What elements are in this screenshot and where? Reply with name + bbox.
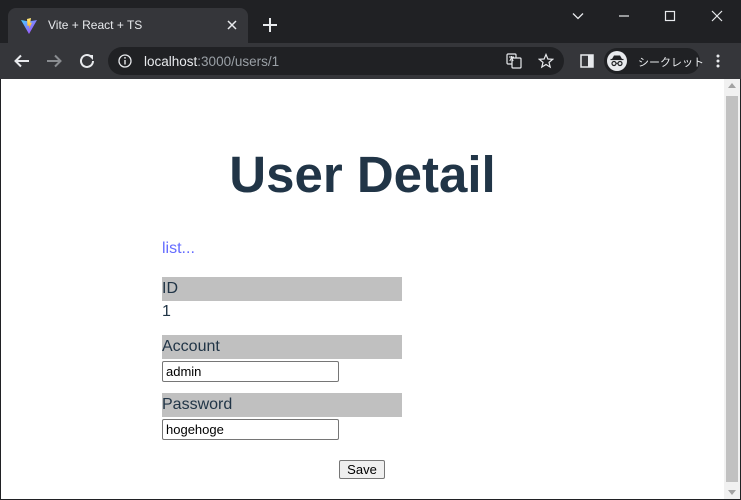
id-value: 1	[162, 303, 171, 320]
close-icon[interactable]	[224, 17, 240, 33]
scroll-up-arrow-icon[interactable]	[728, 83, 736, 88]
back-button[interactable]	[12, 51, 32, 71]
browser-toolbar: localhost:3000/users/1 シークレット	[0, 43, 741, 79]
window-frame-left	[0, 79, 1, 500]
maximize-icon	[664, 10, 676, 22]
arrow-left-icon	[14, 54, 29, 68]
tab-search-button[interactable]	[555, 0, 601, 32]
star-icon[interactable]	[538, 53, 554, 69]
id-label: ID	[162, 277, 402, 301]
reload-button[interactable]	[77, 51, 97, 71]
tab-strip: Vite + React + TS	[0, 0, 741, 43]
page-title: User Detail	[229, 146, 496, 203]
side-panel-button[interactable]	[577, 51, 597, 71]
url-host: localhost	[144, 54, 198, 69]
list-link[interactable]: list...	[162, 240, 195, 258]
arrow-right-icon	[47, 54, 62, 68]
forward-button[interactable]	[44, 51, 64, 71]
url-path: :3000/users/1	[197, 54, 280, 69]
tab-title: Vite + React + TS	[48, 18, 143, 32]
translate-icon[interactable]	[506, 53, 522, 69]
menu-button[interactable]	[708, 51, 728, 71]
password-label: Password	[162, 393, 402, 417]
incognito-icon	[607, 51, 627, 71]
chevron-down-icon	[572, 13, 584, 20]
save-button[interactable]: Save	[339, 460, 385, 479]
maximize-button[interactable]	[647, 0, 693, 32]
account-input[interactable]	[162, 361, 339, 382]
vertical-scrollbar[interactable]	[724, 79, 740, 499]
browser-tab[interactable]: Vite + React + TS	[8, 8, 248, 43]
vite-logo-icon	[21, 18, 37, 34]
page-viewport: User Detail list... ID 1 Account Passwor…	[1, 79, 724, 499]
password-input[interactable]	[162, 419, 339, 440]
side-panel-icon	[580, 54, 594, 68]
more-vertical-icon	[716, 54, 720, 68]
minimize-button[interactable]	[601, 0, 647, 32]
window-close-button[interactable]	[694, 0, 740, 32]
incognito-label: シークレット	[638, 57, 704, 69]
info-icon[interactable]	[118, 54, 132, 68]
url-text[interactable]: localhost:3000/users/1	[144, 54, 279, 69]
incognito-profile-button[interactable]: シークレット	[604, 48, 704, 74]
plus-icon[interactable]	[261, 16, 279, 34]
minimize-icon	[619, 15, 629, 17]
close-icon	[711, 10, 723, 22]
account-label: Account	[162, 335, 402, 359]
scrollbar-thumb[interactable]	[726, 96, 738, 482]
reload-icon	[80, 53, 94, 68]
address-bar[interactable]: localhost:3000/users/1	[108, 47, 564, 75]
scroll-down-arrow-icon[interactable]	[728, 490, 736, 495]
